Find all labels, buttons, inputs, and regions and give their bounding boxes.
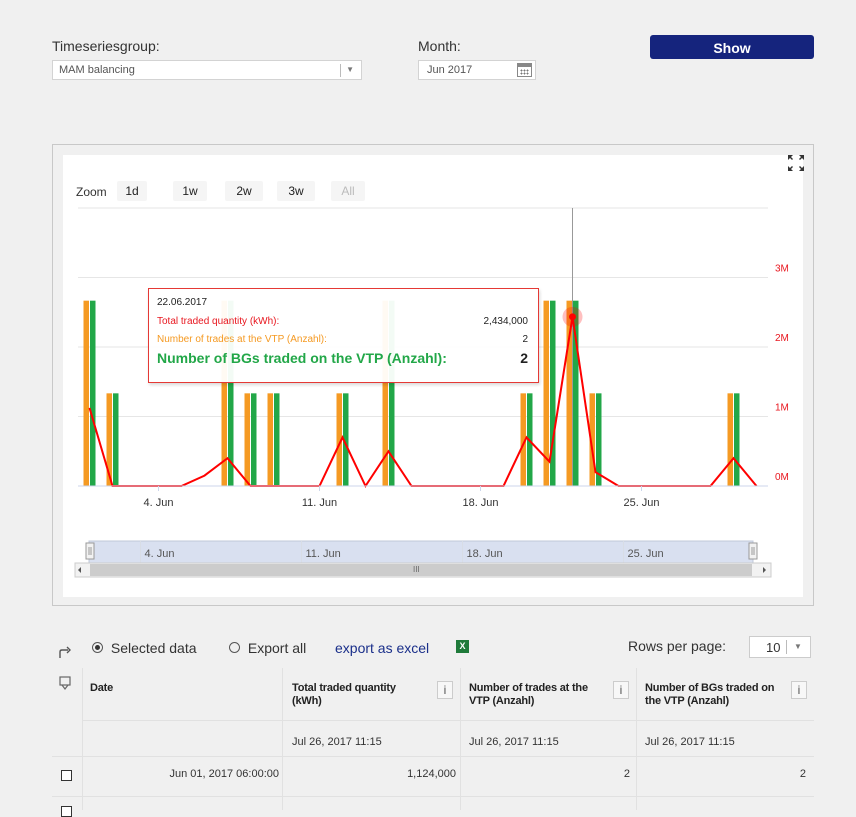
cell-date: Jun 01, 2017 06:00:00 [169,768,279,780]
export-all-label: Export all [247,640,307,656]
x-tick-label: 4. Jun [144,497,174,509]
export-all-option[interactable]: Export all [229,640,306,656]
tooltip-row-trades: Number of trades at the VTP (Anzahl): 2 [157,334,528,345]
scrollbar-thumb[interactable] [90,564,752,576]
selected-data-label: Selected data [110,640,197,656]
row-checkbox[interactable] [61,770,72,781]
navigator-left-handle[interactable] [85,542,95,560]
selected-data-radio[interactable] [92,642,103,653]
bar-bgs [113,393,119,486]
export-all-radio[interactable] [229,642,240,653]
tooltip-bgs-value: 2 [520,350,528,366]
rows-select-separator [786,640,787,654]
chart-tooltip: 22.06.2017 Total traded quantity (kWh): … [148,288,539,383]
y-tick-label: 2M [775,333,789,344]
selected-data-option[interactable]: Selected data [92,640,197,656]
header-trades[interactable]: Number of trades at the VTP (Anzahl) [469,682,609,708]
navigator-label: 25. Jun [628,548,664,560]
tooltip-date: 22.06.2017 [157,297,208,308]
share-arrow-icon[interactable] [58,645,72,659]
subheader-quantity: Jul 26, 2017 11:15 [292,736,382,748]
tooltip-row-quantity: Total traded quantity (kWh): 2,434,000 [157,316,528,327]
y-tick-label: 3M [775,264,789,275]
bar-bgs [251,393,257,486]
rows-per-page-select[interactable]: 10 ▼ [749,636,811,658]
chart-y-axis: 0M 1M 2M 3M [775,264,789,484]
x-tick-label: 11. Jun [302,497,337,509]
rows-per-page-value: 10 [766,640,781,655]
tooltip-trades-label: Number of trades at the VTP (Anzahl): [157,334,327,345]
y-tick-label: 1M [775,403,789,414]
row-checkbox[interactable] [61,806,72,817]
header-bgs[interactable]: Number of BGs traded on the VTP (Anzahl) [645,682,775,708]
navigator-label: 4. Jun [145,548,175,560]
cell-trades: 2 [623,768,630,780]
bar-trades [727,393,733,486]
subheader-bgs: Jul 26, 2017 11:15 [645,736,735,748]
tooltip-bgs-label: Number of BGs traded on the VTP (Anzahl)… [157,350,447,366]
column-filter-icon[interactable] [59,676,71,690]
bar-trades [267,393,273,486]
navigator-label: 18. Jun [467,548,503,560]
info-icon[interactable]: i [791,681,807,699]
info-icon[interactable]: i [613,681,629,699]
excel-icon[interactable]: X [456,640,469,653]
navigator-right-handle[interactable] [748,542,758,560]
export-excel-link[interactable]: export as excel [335,640,429,656]
rows-per-page-label: Rows per page: [628,638,727,654]
bar-trades [244,393,250,486]
y-tick-label: 0M [775,472,789,483]
scrollbar-grip: III [413,565,420,574]
cell-bgs: 2 [799,768,806,780]
x-tick-label: 18. Jun [462,497,498,509]
bar-trades [83,300,89,486]
bar-bgs [734,393,740,486]
info-icon[interactable]: i [437,681,453,699]
x-tick-label: 25. Jun [623,497,659,509]
chart-x-axis: 4. Jun 11. Jun 18. Jun 25. Jun [144,486,660,509]
chevron-down-icon[interactable]: ▼ [794,642,802,651]
tooltip-trades-value: 2 [522,334,528,345]
tooltip-row-bgs: Number of BGs traded on the VTP (Anzahl)… [157,350,528,366]
navigator-label: 11. Jun [306,548,341,560]
tooltip-quantity-label: Total traded quantity (kWh): [157,316,280,327]
header-quantity[interactable]: Total traded quantity (kWh) [292,682,422,708]
tooltip-quantity-value: 2,434,000 [483,316,529,327]
header-date[interactable]: Date [90,682,113,695]
cell-quantity: 1,124,000 [407,768,456,780]
bar-bgs [90,300,96,486]
bar-bgs [274,393,280,486]
subheader-trades: Jul 26, 2017 11:15 [469,736,559,748]
highlight-point [569,313,576,321]
